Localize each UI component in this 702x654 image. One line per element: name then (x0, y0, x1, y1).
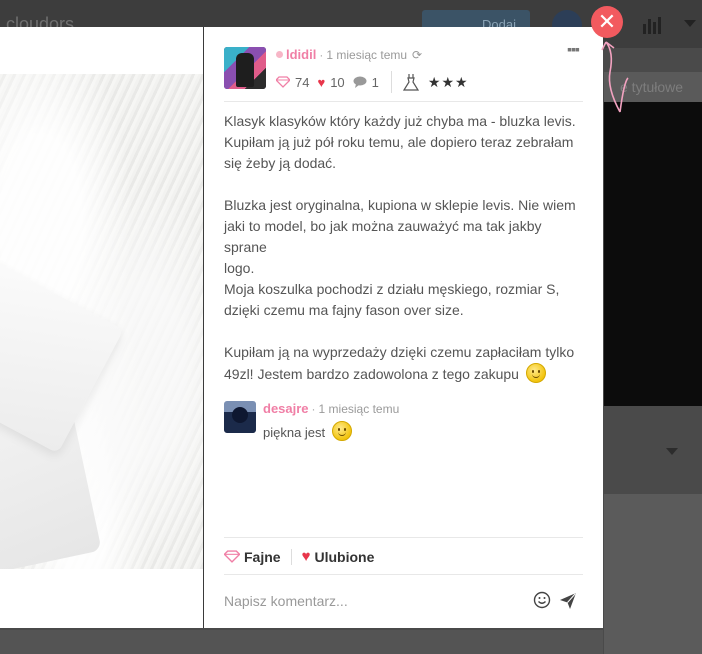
comment-header: desajre · 1 miesiąc temu (263, 401, 399, 416)
fajne-stat: 74 (276, 75, 309, 90)
fajne-label: Fajne (244, 548, 281, 565)
post-line: dzięki czemu ma fajny fason over size. (224, 302, 464, 318)
avatar-figure (236, 53, 254, 87)
post-line: 49zl! Jestem bardzo zadowolona z tego za… (224, 363, 586, 385)
post-description: Klasyk klasyków który każdy już chyba ma… (224, 111, 586, 406)
author-avatar[interactable] (224, 47, 266, 89)
photo-image (0, 74, 204, 569)
ulubione-label: Ulubione (314, 548, 375, 565)
divider (224, 101, 583, 102)
post-details-panel: ▪▪▪ ldidil · 1 miesiąc temu ⟳ 74 ♥ 10 1 ★★★ (204, 27, 603, 628)
separator (390, 71, 392, 93)
close-button[interactable]: ✕ (591, 6, 623, 38)
ulubione-count: 10 (330, 74, 345, 90)
post-line: logo. (224, 260, 255, 276)
post-line: Kupiłam ją już pół roku temu, ale dopier… (224, 134, 574, 150)
separator: · (319, 48, 324, 62)
dress-icon (402, 74, 419, 91)
online-status-dot (276, 51, 283, 58)
comments-stat: 1 (353, 75, 379, 90)
comment-input[interactable] (224, 589, 524, 613)
send-icon[interactable] (559, 592, 577, 610)
smile-emoji-icon (331, 421, 352, 441)
heart-icon: ♥ (317, 74, 326, 90)
post-line: Bluzka jest oryginalna, kupiona w sklepi… (224, 197, 576, 213)
post-line: się żeby ją dodać. (224, 155, 337, 171)
author-line: ldidil · 1 miesiąc temu ⟳ (276, 47, 422, 62)
post-paragraph: Kupiłam ją na wyprzedaży dzięki czemu za… (224, 342, 586, 385)
post-line: Moja koszulka pochodzi z działu męskiego… (224, 281, 560, 297)
divider (224, 574, 583, 575)
ulubione-button[interactable]: ♥ Ulubione (302, 548, 375, 565)
background-thumbnail (604, 494, 702, 654)
fajne-count: 74 (295, 74, 310, 90)
post-paragraph: Bluzka jest oryginalna, kupiona w sklepi… (224, 195, 586, 321)
background-dark-panel (604, 102, 702, 406)
post-modal: ▪▪▪ ldidil · 1 miesiąc temu ⟳ 74 ♥ 10 1 ★★★ (0, 27, 603, 628)
chevron-down-icon (666, 448, 678, 455)
post-time: 1 miesiąc temu (326, 48, 408, 62)
refresh-icon[interactable]: ⟳ (412, 48, 422, 62)
comment-time: 1 miesiąc temu (318, 402, 400, 416)
author-stats: 74 ♥ 10 1 ★★★ (276, 71, 469, 93)
heart-icon: ♥ (301, 548, 311, 565)
post-photo (0, 27, 204, 628)
post-line: Kupiłam ją na wyprzedaży dzięki czemu za… (224, 344, 575, 360)
commenter-name[interactable]: desajre (263, 401, 309, 416)
background-thumbnail-strip (0, 630, 603, 654)
author-name[interactable]: ldidil (286, 47, 316, 62)
rating-stars: ★★★ (427, 73, 469, 90)
post-paragraph: Klasyk klasyków który każdy już chyba ma… (224, 111, 586, 174)
emoji-picker-icon[interactable] (533, 591, 551, 609)
separator (290, 548, 292, 565)
ulubione-stat: ♥ 10 (317, 75, 344, 90)
post-line: jaki to model, bo jak można zauważyć ma … (224, 218, 542, 255)
more-options-icon[interactable]: ▪▪▪ (567, 41, 580, 57)
fajne-button[interactable]: Fajne (224, 549, 281, 565)
photo-shirt-fold (0, 254, 124, 454)
post-line-text: 49zl! Jestem bardzo zadowolona z tego za… (224, 366, 519, 382)
chevron-down-icon (684, 20, 696, 27)
comment-icon (353, 76, 367, 88)
diamond-icon (276, 76, 290, 88)
commenter-avatar[interactable] (224, 401, 256, 433)
smile-emoji-icon (525, 363, 546, 383)
divider (224, 537, 583, 538)
comments-count: 1 (371, 74, 379, 90)
pointer-annotation (601, 41, 629, 113)
stats-icon (643, 17, 661, 34)
close-icon: ✕ (597, 9, 617, 34)
post-actions: Fajne ♥ Ulubione (224, 548, 374, 565)
comment-body: piękna jest (263, 425, 326, 440)
post-line: Klasyk klasyków który każdy już chyba ma… (224, 113, 576, 129)
separator: · (311, 402, 316, 416)
comment-text: piękna jest (263, 421, 352, 441)
diamond-icon (224, 550, 240, 563)
